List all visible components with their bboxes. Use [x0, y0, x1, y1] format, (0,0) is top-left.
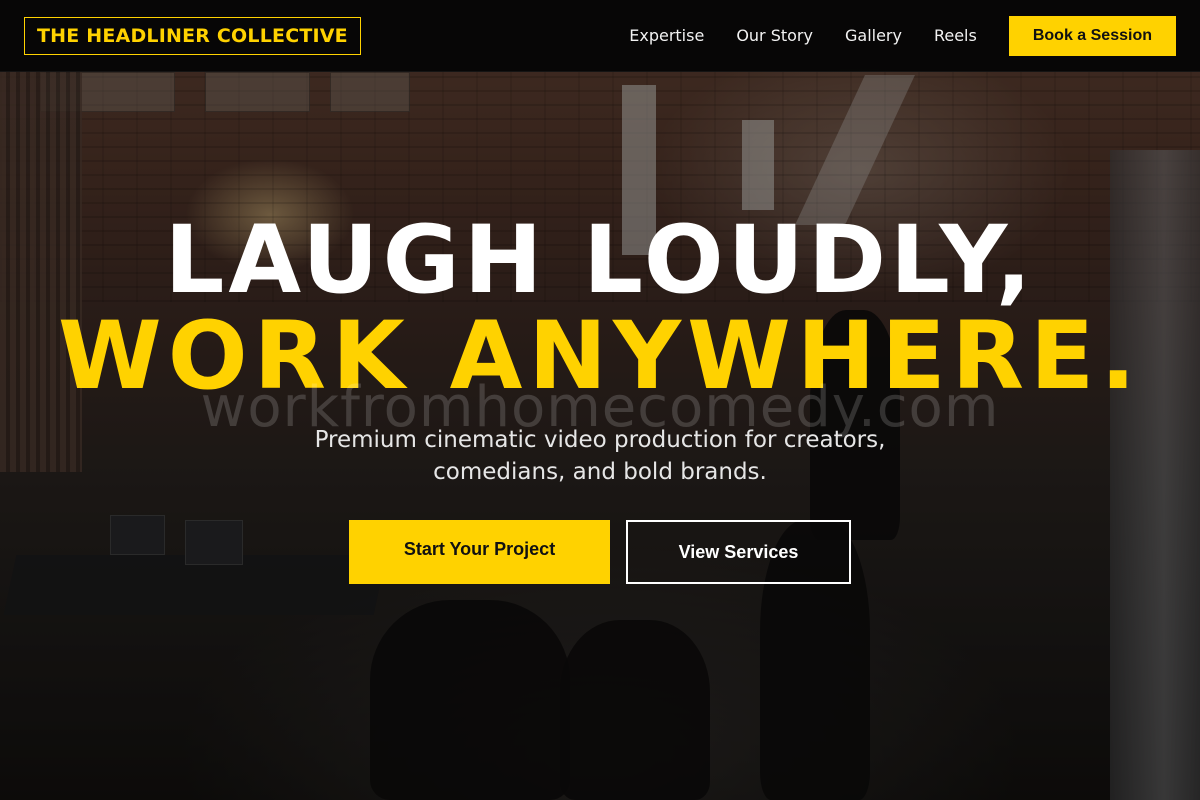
nav-link-gallery[interactable]: Gallery — [845, 26, 902, 45]
start-project-button[interactable]: Start Your Project — [349, 520, 610, 584]
book-session-button[interactable]: Book a Session — [1008, 15, 1176, 56]
headline-line-1: LAUGH LOUDLY, — [164, 206, 1036, 315]
top-navbar: THE HEADLINER COLLECTIVE Expertise Our S… — [0, 0, 1200, 72]
view-services-button[interactable]: View Services — [626, 520, 851, 584]
nav-links: Expertise Our Story Gallery Reels — [629, 26, 977, 45]
nav-right: Expertise Our Story Gallery Reels Book a… — [629, 15, 1176, 56]
hero-section: LAUGH LOUDLY, WORK ANYWHERE. workfromhom… — [0, 0, 1200, 800]
nav-link-reels[interactable]: Reels — [934, 26, 977, 45]
brand-logo[interactable]: THE HEADLINER COLLECTIVE — [24, 16, 361, 55]
nav-link-our-story[interactable]: Our Story — [736, 26, 813, 45]
nav-link-expertise[interactable]: Expertise — [629, 26, 704, 45]
hero-subtitle: Premium cinematic video production for c… — [314, 427, 886, 485]
